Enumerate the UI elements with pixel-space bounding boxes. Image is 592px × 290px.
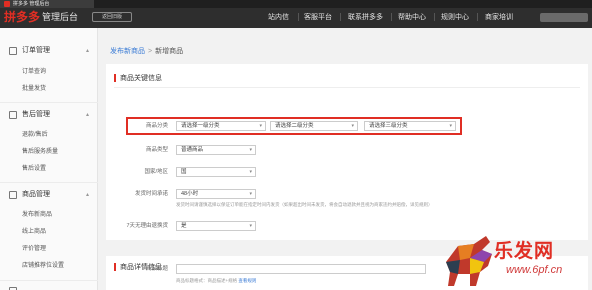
old-version-button[interactable]: 返回旧版 (92, 12, 132, 22)
sidebar-divider (0, 280, 98, 281)
sidebar-group-orders[interactable]: 订单管理 ▴ (0, 44, 98, 58)
nav-help-center[interactable]: 帮助中心 (398, 9, 426, 27)
rules-link[interactable]: 查看规则 (238, 278, 256, 283)
select-value: 请选择一级分类 (181, 123, 220, 129)
logo-text: 管理后台 (42, 12, 79, 22)
sidebar-item-after-sales-settings[interactable]: 售后设置 (22, 164, 46, 174)
chevron-up-icon: ▴ (86, 112, 90, 118)
chevron-down-icon: ▾ (351, 123, 354, 129)
sidebar-group-goods[interactable]: 商品管理 ▴ (0, 188, 98, 202)
chevron-down-icon: ▾ (449, 123, 452, 129)
select-value: 普通商品 (181, 147, 204, 153)
top-bar: 拼多多 管理后台 拼多多 管理后台 返回旧版 站内信 客服平台 联系拼多多 帮助… (0, 0, 592, 28)
breadcrumb: 发布新商品 > 新增商品 (110, 46, 183, 56)
browser-tab-strip: 拼多多 管理后台 (0, 0, 592, 8)
goods-name-input[interactable] (176, 264, 426, 274)
nav-inbox[interactable]: 站内信 (268, 9, 289, 27)
select-value: 请选择二级分类 (275, 123, 314, 129)
box-icon (9, 191, 17, 199)
nav-divider (391, 13, 392, 21)
clipboard-icon (9, 47, 17, 55)
ship-time-select[interactable]: 48小时 ▾ (176, 189, 256, 199)
sidebar-item-order-query[interactable]: 订单查询 (22, 67, 46, 77)
goods-name-hint: 商品标题格式：商品描述+规格 查看规则 (176, 277, 256, 285)
browser-tab[interactable]: 拼多多 管理后台 (0, 0, 94, 8)
sidebar-group-title: 商品管理 (22, 191, 50, 198)
refund-label: 7天无理由退换货 (126, 223, 168, 229)
select-value: 是 (181, 223, 187, 229)
sidebar-item-online-goods[interactable]: 线上商品 (22, 227, 46, 237)
nav-divider (434, 13, 435, 21)
select-value: 48小时 (181, 191, 199, 197)
breadcrumb-current: 新增商品 (155, 48, 184, 55)
goods-name-label: 商品标题 (145, 266, 168, 272)
service-icon (9, 111, 17, 119)
category-label: 商品分类 (145, 123, 168, 129)
account-avatar[interactable] (540, 13, 588, 22)
chevron-down-icon: ▾ (249, 191, 252, 197)
sidebar-group-next[interactable] (0, 284, 98, 290)
region-label: 国家/地区 (144, 169, 168, 175)
select-value: 请选择三级分类 (369, 123, 408, 129)
chevron-down-icon: ▾ (249, 223, 252, 229)
sidebar: 订单管理 ▴ 订单查询 批量发货 售后管理 ▴ 退款/售后 售后服务质量 售后设… (0, 28, 98, 290)
key-info-card: 商品关键信息 商品分类 请选择一级分类 ▾ 请选择二级分类 ▾ 请选择三级分类 … (106, 64, 588, 240)
category-level1-select[interactable]: 请选择一级分类 ▾ (176, 121, 266, 131)
sidebar-item-refunds[interactable]: 退款/售后 (22, 130, 48, 140)
watermark-brand: 乐发网 (494, 240, 555, 262)
nav-divider (298, 13, 299, 21)
section-marker (114, 74, 116, 82)
region-select[interactable]: 国 ▾ (176, 167, 256, 177)
category-level2-select[interactable]: 请选择二级分类 ▾ (270, 121, 358, 131)
chevron-down-icon: ▾ (259, 123, 262, 129)
sidebar-group-title: 售后管理 (22, 111, 50, 118)
chevron-down-icon: ▾ (249, 169, 252, 175)
logo-mark: 拼多多 (4, 10, 41, 24)
chevron-up-icon: ▴ (86, 48, 90, 54)
pdd-favicon-icon (4, 1, 10, 7)
sidebar-item-publish-goods[interactable]: 发布新商品 (22, 210, 52, 220)
goods-name-hint-text: 商品标题格式：商品描述+规格 (176, 278, 238, 283)
nav-divider (340, 13, 341, 21)
nav-divider (477, 13, 478, 21)
ship-time-label: 发货时间承诺 (134, 191, 168, 197)
sidebar-item-batch-ship[interactable]: 批量发货 (22, 84, 46, 94)
sidebar-divider (0, 102, 98, 103)
section-marker (114, 263, 116, 271)
sidebar-item-reviews[interactable]: 评价管理 (22, 244, 46, 254)
nav-customer-service[interactable]: 客服平台 (304, 9, 332, 27)
browser-tab-title: 拼多多 管理后台 (13, 1, 50, 7)
sidebar-item-shop-recommend[interactable]: 店铺推荐位设置 (22, 261, 64, 271)
watermark-url: www.6pf.cn (506, 264, 563, 276)
ship-time-hint: 发货时间请谨慎选择以保证订单能在指定时间内发货（如果超出时间未发货，将会自动退款… (176, 202, 433, 207)
section-header: 商品关键信息 (114, 73, 162, 83)
select-value: 国 (181, 169, 187, 175)
chevron-down-icon: ▾ (249, 147, 252, 153)
breadcrumb-parent[interactable]: 发布新商品 (110, 48, 145, 55)
watermark: 乐发网 www.6pf.cn (440, 232, 592, 290)
category-level3-select[interactable]: 请选择三级分类 ▾ (364, 121, 456, 131)
refund-select[interactable]: 是 ▾ (176, 221, 256, 231)
sidebar-group-after-sales[interactable]: 售后管理 ▴ (0, 108, 98, 122)
nav-rules-center[interactable]: 规则中心 (441, 9, 469, 27)
nav-training[interactable]: 商家培训 (485, 9, 513, 27)
section-title: 商品关键信息 (120, 75, 162, 82)
nav-contact[interactable]: 联系拼多多 (348, 9, 383, 27)
sidebar-group-title: 订单管理 (22, 47, 50, 54)
bull-logo-icon (446, 236, 492, 286)
sidebar-item-service-quality[interactable]: 售后服务质量 (22, 147, 58, 157)
chevron-up-icon: ▴ (86, 192, 90, 198)
breadcrumb-separator: > (148, 48, 153, 55)
sidebar-divider (0, 182, 98, 183)
goods-type-select[interactable]: 普通商品 ▾ (176, 145, 256, 155)
section-divider (114, 87, 580, 88)
logo[interactable]: 拼多多 管理后台 (4, 9, 78, 25)
goods-type-label: 商品类型 (145, 147, 168, 153)
